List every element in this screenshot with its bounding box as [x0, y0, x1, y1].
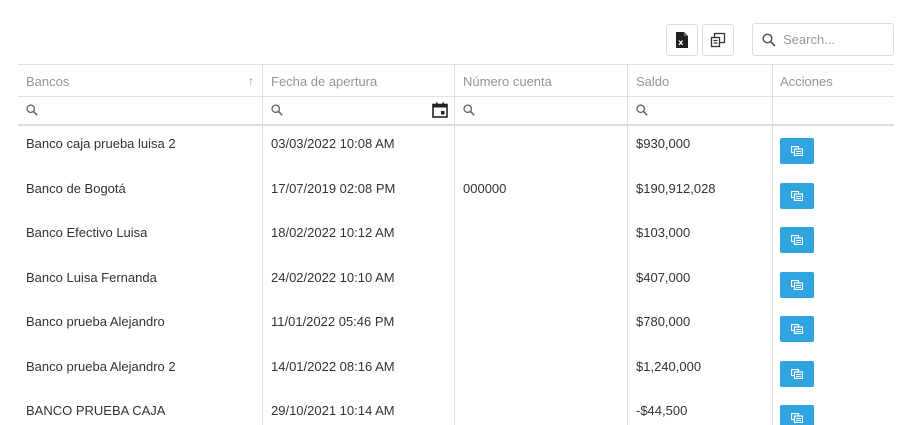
- ledger-icon: [791, 368, 803, 379]
- cell-fecha: 14/01/2022 08:16 AM: [263, 348, 455, 393]
- view-movements-button[interactable]: [780, 360, 814, 387]
- table-row[interactable]: Banco caja prueba luisa 2 03/03/2022 10:…: [18, 126, 894, 171]
- cell-cuenta: [455, 348, 628, 393]
- cell-acciones: [773, 349, 894, 394]
- cell-acciones: [773, 215, 894, 260]
- cell-acciones: [773, 260, 894, 305]
- column-header-saldo[interactable]: Saldo: [628, 65, 773, 97]
- search-input[interactable]: [783, 32, 888, 47]
- svg-text:x: x: [678, 38, 684, 47]
- export-excel-button[interactable]: x: [666, 24, 698, 56]
- cell-saldo: $103,000: [628, 215, 773, 260]
- column-header-label: Saldo: [636, 74, 670, 89]
- view-movements-button[interactable]: [780, 271, 814, 298]
- cell-acciones: [773, 304, 894, 349]
- cell-banco: Banco prueba Alejandro 2: [18, 348, 263, 393]
- filter-fecha[interactable]: [263, 97, 455, 125]
- cell-fecha: 29/10/2021 10:14 AM: [263, 393, 455, 425]
- column-header-numero-cuenta[interactable]: Número cuenta: [455, 65, 628, 97]
- table-row[interactable]: Banco Luisa Fernanda 24/02/2022 10:10 AM…: [18, 259, 894, 305]
- view-movements-button[interactable]: [780, 138, 814, 164]
- view-movements-button[interactable]: [780, 182, 814, 209]
- filter-bancos[interactable]: [18, 97, 263, 125]
- column-chooser-button[interactable]: [702, 24, 734, 56]
- grid-body: Banco caja prueba luisa 2 03/03/2022 10:…: [18, 126, 894, 425]
- filter-saldo[interactable]: [628, 97, 773, 125]
- header-row: Bancos ↑ Fecha de apertura Número cuenta…: [18, 64, 894, 97]
- view-movements-button[interactable]: [780, 227, 814, 253]
- excel-export-icon: x: [676, 32, 688, 48]
- ledger-icon: [791, 235, 803, 245]
- cell-cuenta: [455, 215, 628, 260]
- table-row[interactable]: Banco de Bogotá 17/07/2019 02:08 PM 0000…: [18, 170, 894, 216]
- cell-saldo: -$44,500: [628, 393, 773, 425]
- cell-banco: Banco Luisa Fernanda: [18, 259, 263, 304]
- ledger-icon: [791, 413, 803, 423]
- column-header-fecha[interactable]: Fecha de apertura: [263, 65, 455, 97]
- view-movements-button[interactable]: [780, 405, 814, 425]
- ledger-icon: [791, 279, 803, 290]
- search-icon: [26, 104, 38, 116]
- cell-fecha: 17/07/2019 02:08 PM: [263, 170, 455, 215]
- cell-banco: Banco prueba Alejandro: [18, 304, 263, 349]
- cell-banco: Banco de Bogotá: [18, 170, 263, 215]
- search-icon: [463, 104, 475, 116]
- cell-cuenta: [455, 126, 628, 171]
- column-header-label: Bancos: [26, 74, 70, 89]
- cell-fecha: 24/02/2022 10:10 AM: [263, 259, 455, 304]
- table-row[interactable]: BANCO PRUEBA CAJA 29/10/2021 10:14 AM -$…: [18, 393, 894, 425]
- cell-saldo: $190,912,028: [628, 170, 773, 215]
- cell-saldo: $407,000: [628, 259, 773, 304]
- cell-cuenta: [455, 259, 628, 304]
- search-icon: [762, 32, 776, 47]
- cell-banco: Banco Efectivo Luisa: [18, 215, 263, 260]
- cell-acciones: [773, 126, 894, 171]
- calendar-icon[interactable]: [432, 102, 448, 118]
- ledger-icon: [791, 190, 803, 201]
- cell-cuenta: 000000: [455, 170, 628, 215]
- cell-saldo: $1,240,000: [628, 348, 773, 393]
- search-icon: [636, 104, 648, 116]
- filter-acciones-empty: [773, 97, 894, 125]
- cell-banco: BANCO PRUEBA CAJA: [18, 393, 263, 425]
- search-icon: [271, 104, 283, 116]
- grid-search-box[interactable]: [752, 23, 894, 56]
- grid-toolbar: x: [0, 23, 921, 56]
- column-header-acciones: Acciones: [773, 65, 894, 97]
- filter-numero-cuenta[interactable]: [455, 97, 628, 125]
- cell-acciones: [773, 171, 894, 216]
- cell-saldo: $930,000: [628, 126, 773, 171]
- column-chooser-icon: [710, 32, 726, 48]
- cell-cuenta: [455, 304, 628, 349]
- cell-banco: Banco caja prueba luisa 2: [18, 126, 263, 171]
- cell-cuenta: [455, 393, 628, 425]
- filter-row: [18, 96, 894, 126]
- cell-fecha: 11/01/2022 05:46 PM: [263, 304, 455, 349]
- ledger-icon: [791, 324, 803, 334]
- cell-fecha: 03/03/2022 10:08 AM: [263, 126, 455, 171]
- column-header-bancos[interactable]: Bancos ↑: [18, 65, 263, 97]
- cell-saldo: $780,000: [628, 304, 773, 349]
- column-header-label: Fecha de apertura: [271, 74, 378, 89]
- ledger-icon: [791, 146, 803, 156]
- cell-fecha: 18/02/2022 10:12 AM: [263, 215, 455, 260]
- sort-ascending-icon: ↑: [248, 74, 254, 88]
- table-row[interactable]: Banco prueba Alejandro 2 14/01/2022 08:1…: [18, 348, 894, 394]
- view-movements-button[interactable]: [780, 316, 814, 342]
- table-row[interactable]: Banco Efectivo Luisa 18/02/2022 10:12 AM…: [18, 215, 894, 260]
- table-row[interactable]: Banco prueba Alejandro 11/01/2022 05:46 …: [18, 304, 894, 349]
- column-header-label: Número cuenta: [463, 74, 552, 89]
- cell-acciones: [773, 393, 894, 425]
- column-header-label: Acciones: [780, 74, 833, 89]
- banks-grid: Bancos ↑ Fecha de apertura Número cuenta…: [18, 64, 894, 425]
